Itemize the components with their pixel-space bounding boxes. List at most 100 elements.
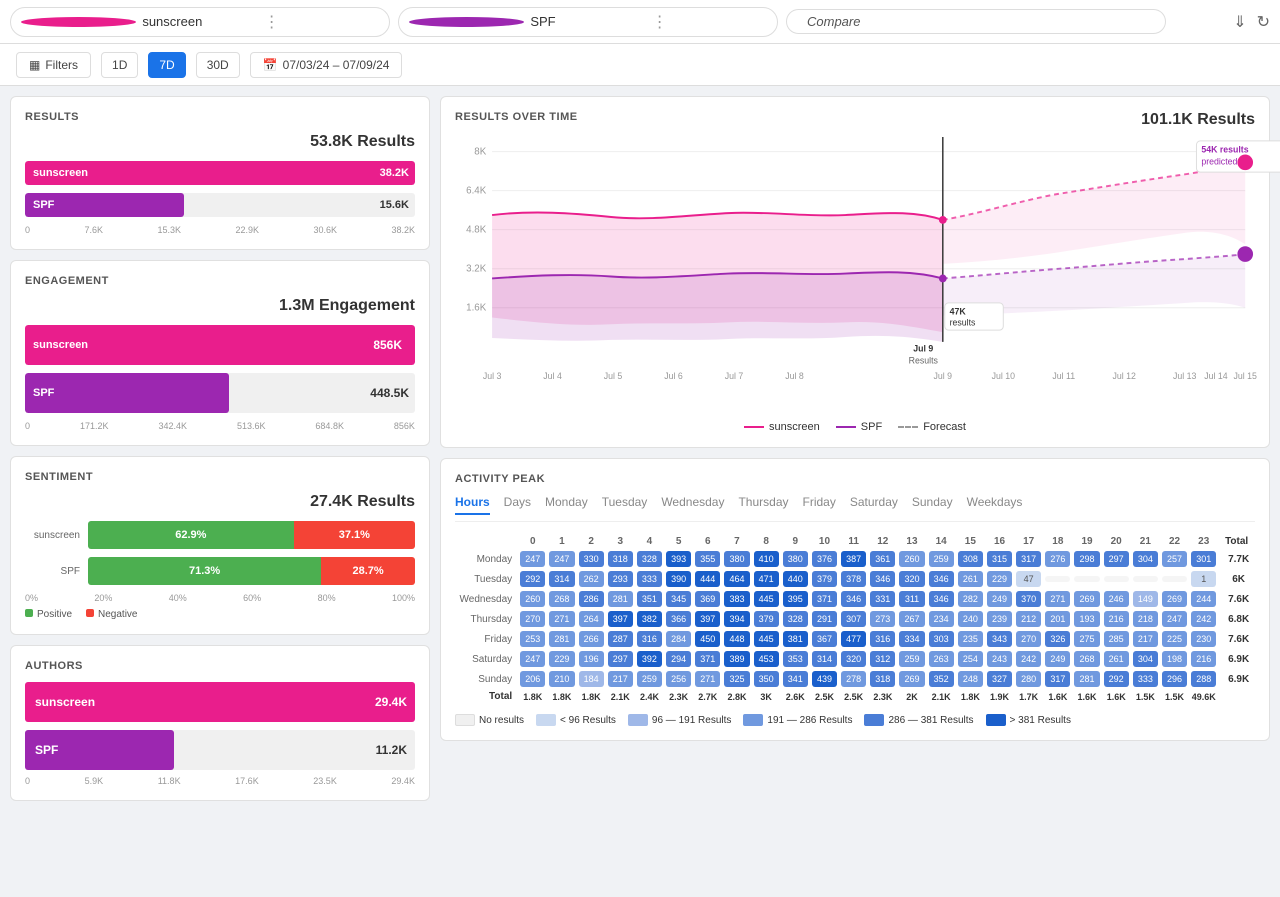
cell-tuesday-2: 262 [577,569,606,589]
cell-monday-11: 387 [839,549,868,569]
tab-hours[interactable]: Hours [455,495,490,515]
results-track-sunscreen: sunscreen 38.2K [25,161,415,185]
svg-text:8K: 8K [474,147,486,158]
svg-text:Jul 6: Jul 6 [664,371,683,381]
results-val-spf: 15.6K [380,199,409,211]
cell-friday-1: 281 [547,629,576,649]
cell-monday-21: 304 [1131,549,1160,569]
heatmap-wrapper: 01234567891011121314151617181920212223To… [455,534,1255,704]
authors-title: AUTHORS [25,660,415,672]
cell-monday-18: 276 [1043,549,1072,569]
col-total-2: 1.8K [577,689,606,704]
authors-val-sunscreen: 29.4K [375,695,407,709]
tab-monday[interactable]: Monday [545,495,588,515]
cell-saturday-1: 229 [547,649,576,669]
menu-icon-1[interactable]: ⋮ [264,12,379,32]
row-total-friday: 7.6K [1218,629,1255,649]
sentiment-bar-spf: 71.3% 28.7% [88,557,415,585]
left-column: RESULTS 53.8K Results sunscreen 38.2K SP… [10,96,430,801]
svg-text:Jul 12: Jul 12 [1113,371,1137,381]
results-fill-spf: SPF [25,193,184,217]
cell-monday-8: 410 [752,549,781,569]
cell-tuesday-21 [1131,569,1160,589]
svg-text:Jul 11: Jul 11 [1052,371,1075,381]
tab-saturday[interactable]: Saturday [850,495,898,515]
cell-thursday-4: 382 [635,609,664,629]
tab-friday[interactable]: Friday [803,495,836,515]
cell-saturday-15: 254 [956,649,985,669]
cell-tuesday-20 [1102,569,1131,589]
search1-label: sunscreen [142,14,257,29]
cell-wednesday-8: 445 [752,589,781,609]
legend-swatch-96-191 [628,714,648,726]
tab-days[interactable]: Days [504,495,531,515]
cell-sunday-18: 317 [1043,669,1072,689]
filters-button[interactable]: ▦ Filters [16,52,91,78]
engagement-track-sunscreen: sunscreen 856K [25,325,415,365]
cell-friday-21: 217 [1131,629,1160,649]
tab-tuesday[interactable]: Tuesday [602,495,648,515]
tab-wednesday[interactable]: Wednesday [661,495,724,515]
cell-friday-22: 225 [1160,629,1189,649]
date-range-button[interactable]: 📅 07/03/24 – 07/09/24 [250,52,403,78]
cell-monday-5: 393 [664,549,693,569]
svg-text:Jul 13: Jul 13 [1173,371,1197,381]
tab-sunday[interactable]: Sunday [912,495,953,515]
results-card: RESULTS 53.8K Results sunscreen 38.2K SP… [10,96,430,250]
engagement-card: ENGAGEMENT 1.3M Engagement sunscreen 856… [10,260,430,446]
calendar-icon: 📅 [263,58,278,72]
search-pill-2[interactable]: SPF ⋮ [398,7,778,37]
col-header-19: 19 [1072,534,1101,549]
filter-bar: ▦ Filters 1D 7D 30D 📅 07/03/24 – 07/09/2… [0,44,1280,86]
col-header-15: 15 [956,534,985,549]
svg-text:4.8K: 4.8K [466,225,487,236]
compare-pill[interactable]: Compare [786,9,1166,34]
menu-icon-2[interactable]: ⋮ [652,12,767,32]
7d-button[interactable]: 7D [148,52,185,78]
search-pill-1[interactable]: sunscreen ⋮ [10,7,390,37]
cell-monday-12: 361 [868,549,897,569]
cell-sunday-23: 288 [1189,669,1218,689]
cell-thursday-0: 270 [518,609,547,629]
svg-text:Jul 15: Jul 15 [1234,371,1258,381]
col-header-0: 0 [518,534,547,549]
cell-sunday-20: 292 [1102,669,1131,689]
col-total-6: 2.7K [693,689,722,704]
cell-tuesday-7: 464 [722,569,751,589]
legend-swatch-286-381 [864,714,884,726]
refresh-icon[interactable]: ↻ [1257,12,1270,32]
col-total-15: 1.8K [956,689,985,704]
cell-monday-2: 330 [577,549,606,569]
cell-wednesday-20: 246 [1102,589,1131,609]
download-icon[interactable]: ⇓ [1233,12,1246,32]
cell-wednesday-13: 311 [897,589,926,609]
cell-friday-0: 253 [518,629,547,649]
cell-tuesday-10: 379 [810,569,839,589]
tab-weekdays[interactable]: Weekdays [967,495,1023,515]
heatmap-row-tuesday: Tuesday292314262293333390444464471440379… [455,569,1255,589]
cell-monday-13: 260 [897,549,926,569]
cell-thursday-6: 397 [693,609,722,629]
cell-wednesday-21: 149 [1131,589,1160,609]
cell-saturday-7: 389 [722,649,751,669]
cell-saturday-21: 304 [1131,649,1160,669]
cell-tuesday-15: 261 [956,569,985,589]
cell-thursday-3: 397 [606,609,635,629]
col-header-8: 8 [752,534,781,549]
col-total-10: 2.5K [810,689,839,704]
activity-peak-title: ACTIVITY PEAK [455,473,1255,485]
results-bar-spf: SPF 15.6K [25,193,415,217]
30d-button[interactable]: 30D [196,52,240,78]
sentiment-legend: Positive Negative [25,609,415,620]
cell-thursday-23: 242 [1189,609,1218,629]
cell-friday-3: 287 [606,629,635,649]
results-bar-sunscreen: sunscreen 38.2K [25,161,415,185]
1d-button[interactable]: 1D [101,52,138,78]
cell-thursday-17: 212 [1014,609,1043,629]
tab-thursday[interactable]: Thursday [738,495,788,515]
col-total-18: 1.6K [1043,689,1072,704]
heatmap-row-saturday: Saturday24722919629739229437138945335331… [455,649,1255,669]
chart-container: 8K 6.4K 4.8K 3.2K 1.6K [455,137,1255,433]
col-total-14: 2.1K [927,689,956,704]
cell-thursday-9: 328 [781,609,810,629]
